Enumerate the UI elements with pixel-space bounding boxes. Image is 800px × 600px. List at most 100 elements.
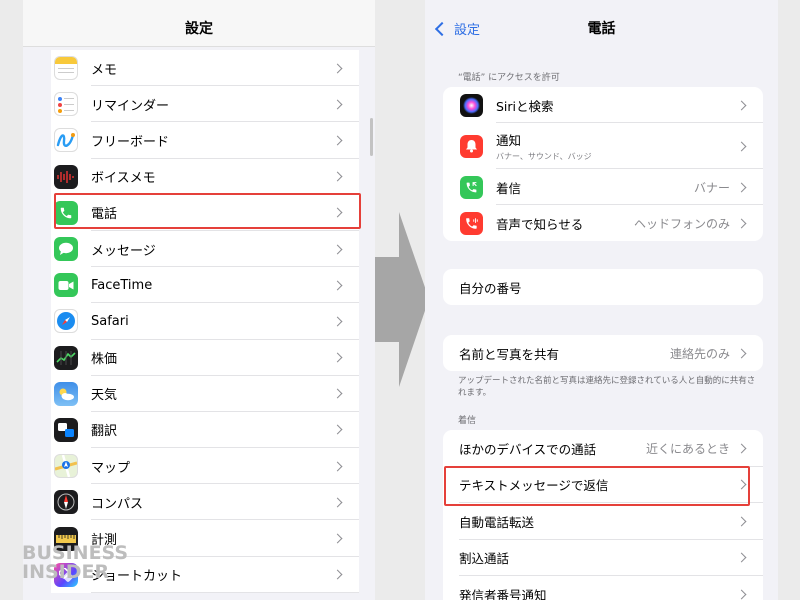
- chevron-right-icon: [332, 497, 343, 508]
- access-item-notifications[interactable]: 通知 バナー、サウンド、バッジ: [443, 123, 763, 169]
- calls-group: ほかのデバイスでの通話 近くにあるとき テキストメッセージで返信 自動電話転送 …: [443, 430, 763, 600]
- incoming-call-icon: [460, 175, 483, 199]
- settings-list: メモ リマインダー フリーボード ボイスメモ 電話 メッセージ FaceTime…: [51, 50, 359, 593]
- settings-item-stocks[interactable]: 株価: [51, 340, 359, 376]
- chevron-right-icon: [736, 589, 747, 600]
- chevron-right-icon: [332, 280, 343, 291]
- chevron-right-icon: [332, 63, 343, 74]
- messages-icon: [54, 237, 78, 262]
- settings-item-label: マップ: [91, 460, 131, 476]
- access-item-announce-calls[interactable]: 音声で知らせる ヘッドフォンのみ: [443, 205, 763, 241]
- scroll-indicator[interactable]: [370, 118, 373, 156]
- chevron-right-icon: [332, 533, 343, 544]
- chevron-right-icon: [332, 99, 343, 110]
- arrow-right-icon: [375, 212, 429, 387]
- settings-item-notes[interactable]: メモ: [51, 50, 359, 87]
- settings-item-reminders[interactable]: リマインダー: [51, 86, 359, 123]
- access-item-value: ヘッドフォンのみ: [633, 216, 730, 231]
- my-number-row[interactable]: 自分の番号: [443, 269, 763, 305]
- settings-item-compass[interactable]: コンパス: [51, 484, 359, 521]
- settings-item-voice-memos[interactable]: ボイスメモ: [51, 159, 359, 195]
- label-stack: 割込通話: [459, 548, 738, 567]
- chevron-right-icon: [332, 352, 343, 363]
- phone-nav-bar: 設定 電話: [425, 0, 778, 46]
- settings-item-label: メッセージ: [91, 243, 156, 259]
- chevron-right-icon: [736, 218, 747, 228]
- notifications-icon: [460, 134, 483, 158]
- safari-icon: [54, 309, 78, 334]
- settings-item-safari[interactable]: Safari: [51, 303, 359, 340]
- row-divider: [91, 591, 359, 593]
- settings-item-freeform[interactable]: フリーボード: [51, 122, 359, 159]
- watermark-line2: INSIDER: [22, 561, 110, 583]
- settings-item-label: 株価: [91, 352, 118, 368]
- access-item-label: 音声で知らせる: [496, 216, 584, 232]
- calls-item-call-forwarding[interactable]: 自動電話転送: [443, 503, 763, 540]
- chevron-right-icon: [736, 552, 747, 563]
- settings-item-label: 電話: [91, 207, 118, 223]
- share-label: 名前と写真を共有: [459, 346, 560, 362]
- chevron-right-icon: [332, 244, 343, 254]
- settings-item-label: FaceTime: [91, 277, 153, 293]
- label-stack: 音声で知らせる: [496, 214, 634, 233]
- notes-icon: [54, 56, 78, 81]
- calls-item-other-devices[interactable]: ほかのデバイスでの通話 近くにあるとき: [443, 430, 763, 467]
- settings-item-maps[interactable]: マップ: [51, 448, 359, 485]
- settings-item-label: コンパス: [91, 496, 144, 512]
- settings-item-weather[interactable]: 天気: [51, 376, 359, 412]
- freeform-icon: [54, 128, 78, 153]
- settings-item-facetime[interactable]: FaceTime: [51, 267, 359, 304]
- calls-item-label: テキストメッセージで返信: [459, 478, 609, 494]
- settings-item-phone[interactable]: 電話: [51, 195, 359, 231]
- announce-calls-icon: [460, 211, 483, 235]
- settings-item-translate[interactable]: 翻訳: [51, 412, 359, 449]
- settings-item-label: 翻訳: [91, 424, 118, 440]
- chevron-right-icon: [736, 100, 747, 110]
- page-title: 設定: [185, 21, 213, 37]
- label-stack: 通知 バナー、サウンド、バッジ: [496, 130, 738, 162]
- settings-item-label: Safari: [91, 313, 129, 329]
- siri-icon: [460, 93, 483, 117]
- calls-item-respond-with-text[interactable]: テキストメッセージで返信: [443, 467, 763, 503]
- chevron-right-icon: [736, 479, 747, 490]
- label-stack: テキストメッセージで返信: [459, 475, 738, 494]
- settings-screen: 設定 メモ リマインダー フリーボード ボイスメモ 電話 メッセージ FaceT…: [23, 0, 375, 600]
- access-item-subtitle: バナー、サウンド、バッジ: [496, 152, 592, 161]
- calls-item-show-caller-id[interactable]: 発信者番号通知: [443, 576, 763, 600]
- phone-icon: [54, 200, 78, 225]
- facetime-icon: [54, 273, 78, 298]
- share-footnote: アップデートされた名前と写真は連絡先に登録されている人と自動的に共有されます。: [458, 376, 756, 398]
- calls-item-call-waiting[interactable]: 割込通話: [443, 540, 763, 576]
- calls-section-header: 着信: [458, 416, 477, 426]
- page-title: 電話: [587, 21, 616, 37]
- share-name-photo-row[interactable]: 名前と写真を共有 連絡先のみ: [443, 335, 763, 371]
- my-number-group: 自分の番号: [443, 269, 763, 305]
- voice-memos-icon: [54, 164, 78, 189]
- label-stack: ほかのデバイスでの通話: [459, 439, 646, 458]
- access-item-incoming-calls[interactable]: 着信 バナー: [443, 169, 763, 205]
- calls-item-label: 割込通話: [459, 551, 510, 567]
- label-stack: Siriと検索: [496, 96, 738, 115]
- chevron-right-icon: [332, 425, 343, 435]
- calls-item-value: 近くにあるとき: [645, 441, 730, 456]
- maps-icon: [54, 454, 78, 479]
- business-insider-watermark: BUSINESS INSIDER: [22, 544, 128, 582]
- chevron-right-icon: [332, 388, 343, 399]
- calls-item-label: 発信者番号通知: [459, 587, 547, 600]
- translate-icon: [54, 417, 78, 442]
- label-stack: 自動電話転送: [459, 512, 738, 531]
- label-stack: 着信: [496, 178, 694, 197]
- access-item-siri[interactable]: Siriと検索: [443, 87, 763, 123]
- compass-icon: [54, 490, 78, 515]
- access-item-label: Siriと検索: [496, 98, 554, 114]
- chevron-right-icon: [736, 348, 747, 358]
- chevron-right-icon: [332, 171, 343, 182]
- chevron-right-icon: [332, 569, 343, 580]
- label-stack: 名前と写真を共有: [459, 344, 670, 363]
- settings-item-messages[interactable]: メッセージ: [51, 231, 359, 268]
- access-group: Siriと検索 通知 バナー、サウンド、バッジ 着信 バナー 音声で知らせる ヘ…: [443, 87, 763, 241]
- settings-item-label: フリーボード: [91, 134, 170, 150]
- chevron-right-icon: [332, 461, 343, 472]
- access-item-value: バナー: [693, 180, 730, 195]
- my-number-label: 自分の番号: [459, 280, 522, 296]
